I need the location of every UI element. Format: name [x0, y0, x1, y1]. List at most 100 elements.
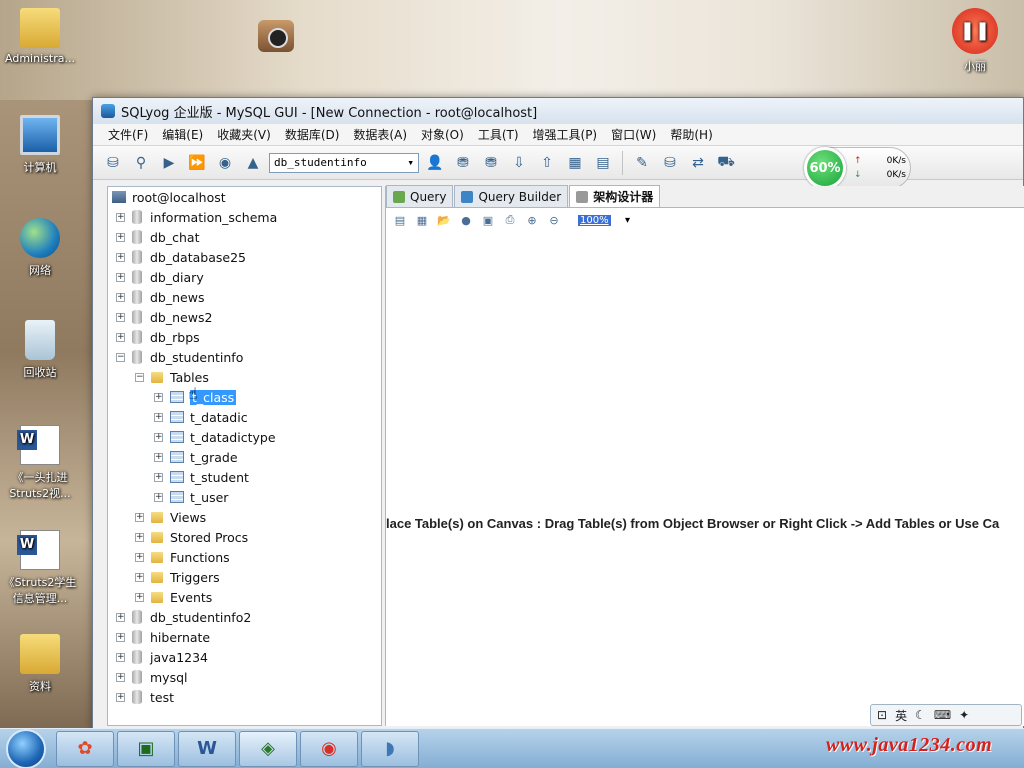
eraser-icon[interactable]: ✎ — [630, 151, 654, 175]
expand-icon[interactable]: + — [116, 672, 125, 682]
tree-db[interactable]: + test — [108, 687, 381, 707]
expand-icon[interactable]: + — [116, 292, 125, 302]
restore-icon[interactable]: ⛃ — [479, 151, 503, 175]
tab-query-builder[interactable]: Query Builder — [454, 185, 569, 207]
zoom-out-icon[interactable]: ⊖ — [546, 212, 562, 228]
menu-window[interactable]: 窗口(W) — [604, 126, 663, 143]
taskbar-app-sqlyog[interactable]: ◗ — [361, 730, 419, 767]
expand-icon[interactable]: + — [135, 572, 144, 582]
tree-db[interactable]: + java1234 — [108, 647, 381, 667]
expand-icon[interactable]: + — [116, 212, 125, 222]
expand-icon[interactable]: + — [135, 552, 144, 562]
tree-table[interactable]: + t_datadic — [108, 407, 381, 427]
menu-file[interactable]: 文件(F) — [101, 126, 155, 143]
tree-folder-tables[interactable]: − Tables — [108, 367, 381, 387]
desktop-icon-doc-2[interactable]: 《Struts2学生信息管理... — [0, 530, 80, 606]
tree-db[interactable]: + db_diary — [108, 267, 381, 287]
camera-icon[interactable] — [258, 20, 294, 52]
menu-favorites[interactable]: 收藏夹(V) — [210, 126, 278, 143]
expand-icon[interactable]: + — [116, 692, 125, 702]
ime-toolbar[interactable]: ⊡ 英 ☾ ⌨ ✦ — [870, 704, 1022, 726]
menu-tools[interactable]: 工具(T) — [471, 126, 526, 143]
user-manager-icon[interactable]: 👤 — [423, 151, 447, 175]
add-table-icon[interactable]: ▤ — [392, 212, 408, 228]
taskbar-app-terminal[interactable]: ▣ — [117, 730, 175, 767]
tree-db[interactable]: + db_database25 — [108, 247, 381, 267]
expand-icon[interactable]: + — [116, 232, 125, 242]
expand-icon[interactable]: + — [116, 332, 125, 342]
tree-db[interactable]: + db_news — [108, 287, 381, 307]
tab-schema-designer[interactable]: 架构设计器 — [569, 185, 661, 207]
tree-db[interactable]: + mysql — [108, 667, 381, 687]
expand-icon[interactable]: + — [135, 532, 144, 542]
desktop-icon-administrator[interactable]: Administra... — [0, 8, 80, 65]
tree-folder[interactable]: + Views — [108, 507, 381, 527]
collapse-icon[interactable]: − — [116, 352, 125, 362]
ime-language[interactable]: 英 — [895, 707, 907, 724]
tree-db[interactable]: + db_rbps — [108, 327, 381, 347]
taskbar-app-word[interactable]: W — [178, 730, 236, 767]
desktop-icon-xiaoli[interactable]: ❚❚ 小丽 — [935, 8, 1015, 74]
tree-db[interactable]: + information_schema — [108, 207, 381, 227]
expand-icon[interactable]: + — [154, 412, 163, 422]
expand-icon[interactable]: + — [154, 472, 163, 482]
tree-folder[interactable]: + Functions — [108, 547, 381, 567]
menu-help[interactable]: 帮助(H) — [663, 126, 719, 143]
keyboard-icon[interactable]: ⌨ — [934, 708, 951, 722]
tab-query[interactable]: Query — [386, 185, 454, 207]
network-speed-widget[interactable]: 60% ↑ 0K/s ↓ 0K/s — [804, 147, 911, 189]
menu-object[interactable]: 对象(O) — [414, 126, 471, 143]
menu-database[interactable]: 数据库(D) — [278, 126, 347, 143]
settings-icon[interactable]: ✦ — [959, 708, 969, 722]
table-grid-icon[interactable]: ▦ — [563, 151, 587, 175]
expand-icon[interactable]: + — [116, 252, 125, 262]
new-connection-icon[interactable]: ⛁ — [101, 151, 125, 175]
export-image-icon[interactable]: ▣ — [480, 212, 496, 228]
tree-folder[interactable]: + Events — [108, 587, 381, 607]
tree-table[interactable]: + t_grade — [108, 447, 381, 467]
expand-icon[interactable]: + — [154, 452, 163, 462]
sync-db-icon[interactable]: ⛁ — [658, 151, 682, 175]
execute-query-icon[interactable]: ▶ — [157, 151, 181, 175]
expand-icon[interactable]: + — [135, 592, 144, 602]
zoom-select[interactable]: 100% ▾ — [578, 212, 630, 228]
expand-icon[interactable]: + — [135, 512, 144, 522]
tree-db-expanded[interactable]: − db_studentinfo — [108, 347, 381, 367]
tree-table[interactable]: + t_student — [108, 467, 381, 487]
tree-folder[interactable]: + Triggers — [108, 567, 381, 587]
tree-table[interactable]: + t_class — [108, 387, 381, 407]
zoom-in-icon[interactable]: ⊕ — [524, 212, 540, 228]
expand-icon[interactable]: + — [116, 312, 125, 322]
desktop-icon-network[interactable]: 网络 — [0, 218, 80, 278]
menu-table[interactable]: 数据表(A) — [346, 126, 414, 143]
menu-power-tools[interactable]: 增强工具(P) — [526, 126, 605, 143]
expand-icon[interactable]: + — [154, 492, 163, 502]
tree-db[interactable]: + db_studentinfo2 — [108, 607, 381, 627]
compare-icon[interactable]: ⇄ — [686, 151, 710, 175]
expand-icon[interactable]: + — [116, 652, 125, 662]
tree-db[interactable]: + db_chat — [108, 227, 381, 247]
desktop-icon-materials[interactable]: 资料 — [0, 634, 80, 694]
desktop-icon-recycle-bin[interactable]: 回收站 — [0, 320, 80, 380]
taskbar-app-photos[interactable]: ✿ — [56, 730, 114, 767]
expand-icon[interactable]: + — [116, 632, 125, 642]
open-folder-icon[interactable]: 📂 — [436, 212, 452, 228]
schema-icon[interactable]: ▤ — [591, 151, 615, 175]
expand-icon[interactable]: + — [154, 392, 163, 402]
title-bar[interactable]: SQLyog 企业版 - MySQL GUI - [New Connection… — [93, 98, 1023, 124]
execute-all-icon[interactable]: ⏩ — [185, 151, 209, 175]
tree-table[interactable]: + t_datadictype — [108, 427, 381, 447]
export-icon[interactable]: ⇧ — [535, 151, 559, 175]
tree-db[interactable]: + db_news2 — [108, 307, 381, 327]
taskbar-app-chrome[interactable]: ◉ — [300, 730, 358, 767]
start-button[interactable] — [6, 728, 46, 768]
import-icon[interactable]: ⇩ — [507, 151, 531, 175]
connect-icon[interactable]: ⚲ — [129, 151, 153, 175]
desktop-icon-computer[interactable]: 计算机 — [0, 115, 80, 175]
truck-icon[interactable]: ⛟ — [714, 151, 738, 175]
tree-table[interactable]: + t_user — [108, 487, 381, 507]
tree-root[interactable]: root@localhost — [108, 187, 381, 207]
expand-icon[interactable]: + — [154, 432, 163, 442]
backup-icon[interactable]: ⛃ — [451, 151, 475, 175]
stop-icon[interactable]: ◉ — [213, 151, 237, 175]
